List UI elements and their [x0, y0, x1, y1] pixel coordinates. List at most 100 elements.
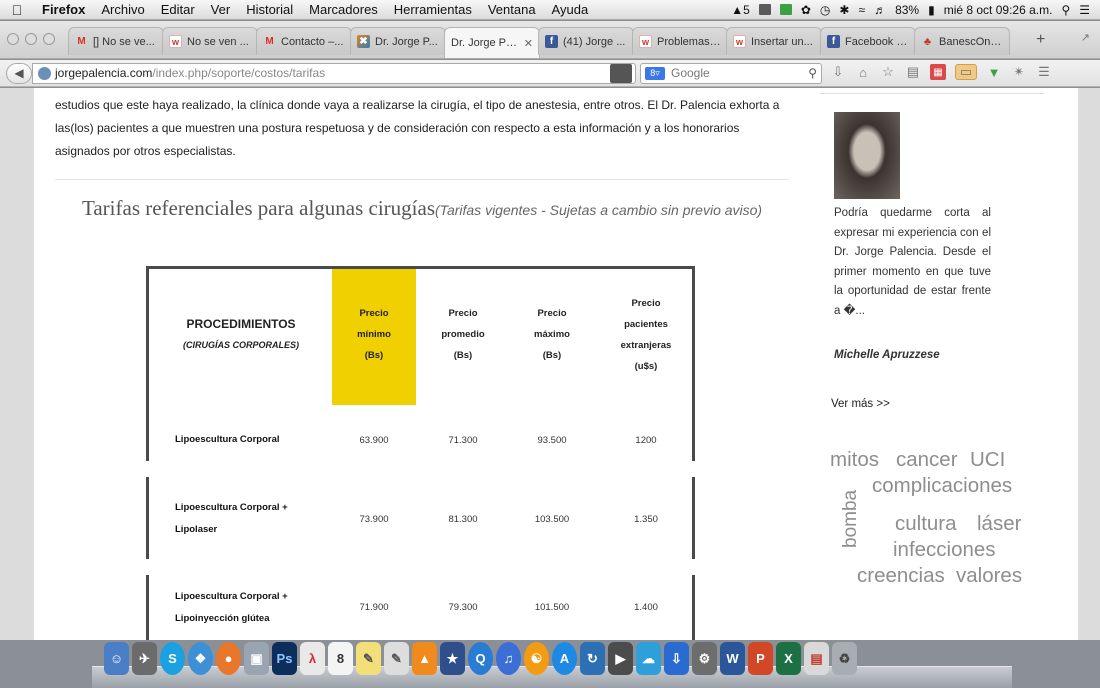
menu-herramientas[interactable]: Herramientas	[386, 2, 480, 17]
notification-list-icon[interactable]: ☰	[1079, 3, 1090, 17]
menu-archivo[interactable]: Archivo	[93, 2, 152, 17]
zoom-window-button[interactable]	[43, 33, 55, 45]
ibooks-icon[interactable]: ☯	[524, 642, 549, 675]
app-store-icon[interactable]: A	[552, 642, 577, 675]
tab-6[interactable]: w Problemas ...	[632, 27, 728, 55]
row-gap	[689, 559, 695, 575]
new-tab-button[interactable]: +	[1036, 31, 1045, 49]
tab-1[interactable]: w No se ven ...	[162, 27, 258, 55]
download-app-icon[interactable]: ⇩	[664, 642, 689, 675]
extension-icon[interactable]: ✴	[1011, 64, 1027, 80]
tag-infecciones[interactable]: infecciones	[893, 538, 996, 562]
green-addon-icon[interactable]: ▼	[986, 64, 1002, 80]
tab-active[interactable]: Dr. Jorge Pa... ✕	[444, 27, 540, 58]
wifi-icon[interactable]: ≈	[858, 3, 865, 17]
row3-max: 101.500	[534, 602, 570, 613]
url-bar[interactable]: jorgepalencia.com/index.php/soporte/cost…	[32, 63, 636, 84]
tab-3[interactable]: ✖ Dr. Jorge P...	[350, 27, 446, 55]
reader-icon[interactable]: ▭	[955, 64, 977, 80]
adobe-icon[interactable]: ▲5	[731, 3, 750, 17]
apple-icon[interactable]: 	[0, 2, 34, 18]
table-row-name: Lipoescultura Corporal + Lipolaser	[175, 497, 288, 541]
cloud-app-icon[interactable]: ☁	[636, 642, 661, 675]
adobe-badge: 5	[743, 2, 750, 17]
tab-9[interactable]: ♣ BanescOnli...	[914, 27, 1010, 55]
tab-0[interactable]: M[] No se ve...	[68, 27, 164, 55]
sync-app-icon[interactable]: ↻	[580, 642, 605, 675]
search-icon[interactable]: ⚲	[808, 64, 817, 83]
home-icon[interactable]: ⌂	[855, 64, 871, 80]
bookmarks-list-icon[interactable]: ▤	[905, 64, 921, 80]
tag-uci[interactable]: UCI	[970, 448, 1005, 472]
tag-creencias[interactable]: creencias	[857, 564, 945, 588]
trash-icon[interactable]: ♻	[832, 642, 857, 675]
firefox-icon[interactable]: ●	[216, 642, 241, 675]
pocket-icon[interactable]	[610, 64, 632, 83]
menu-ayuda[interactable]: Ayuda	[544, 2, 597, 17]
fullscreen-icon[interactable]: ↗	[1081, 31, 1090, 44]
menu-icon[interactable]: ☰	[1036, 64, 1052, 80]
system-prefs-icon[interactable]: ⚙	[692, 642, 717, 675]
spotlight-icon[interactable]: ⚲	[1061, 3, 1070, 17]
imovie-icon[interactable]: ★	[440, 642, 465, 675]
flag-icon[interactable]	[779, 4, 792, 15]
tag-bomba[interactable]: bomba	[840, 490, 862, 548]
bluetooth-icon[interactable]: ✱	[839, 3, 849, 17]
menu-bar:  Firefox Archivo Editar Ver Historial M…	[0, 0, 1100, 20]
download-icon[interactable]: ⇩	[830, 64, 846, 80]
time-machine-icon[interactable]: ◷	[820, 3, 830, 17]
powerpoint-icon[interactable]: P	[748, 642, 773, 675]
tab-5[interactable]: f (41) Jorge ...	[538, 27, 634, 55]
vlc-icon[interactable]: ▲	[412, 642, 437, 675]
menu-historial[interactable]: Historial	[238, 2, 301, 17]
clock[interactable]: mié 8 oct 09:26 a.m.	[944, 3, 1053, 17]
acrobat-icon[interactable]: λ	[300, 642, 325, 675]
tag-valores[interactable]: valores	[956, 564, 1022, 588]
finder-icon[interactable]: ☺	[104, 642, 129, 675]
textedit-icon[interactable]: ✎	[384, 642, 409, 675]
safari-icon[interactable]: ❖	[188, 642, 213, 675]
close-window-button[interactable]	[7, 33, 19, 45]
volume-icon[interactable]: ♬	[874, 3, 886, 17]
sync-icon[interactable]: ✿	[801, 3, 811, 17]
video-app-icon[interactable]: ▶	[608, 642, 633, 675]
menu-ventana[interactable]: Ventana	[480, 2, 544, 17]
testimonial-author: Michelle Apruzzese	[834, 349, 940, 361]
menu-ver[interactable]: Ver	[203, 2, 239, 17]
itunes-icon[interactable]: ♫	[496, 642, 521, 675]
photoshop-icon[interactable]: Ps	[272, 642, 297, 675]
tag-mitos[interactable]: mitos	[830, 448, 879, 472]
tag-complicaciones[interactable]: complicaciones	[872, 474, 1012, 498]
calendar-icon[interactable]: 8	[328, 642, 353, 675]
tab-2[interactable]: M Contacto –...	[256, 27, 352, 55]
battery-percent[interactable]: 83%	[895, 3, 919, 17]
gmail-icon: M	[77, 36, 86, 47]
bookmark-star-icon[interactable]: ☆	[880, 64, 896, 80]
launchpad-icon[interactable]: ✈	[132, 642, 157, 675]
menu-editar[interactable]: Editar	[153, 2, 203, 17]
close-tab-icon[interactable]: ✕	[524, 37, 533, 50]
word-icon[interactable]: W	[720, 642, 745, 675]
tab-8[interactable]: f Facebook L...	[820, 27, 916, 55]
battery-icon: ▮	[928, 2, 935, 17]
menu-firefox[interactable]: Firefox	[34, 2, 93, 17]
notes-icon[interactable]: ✎	[356, 642, 381, 675]
tab-7[interactable]: w Insertar un...	[726, 27, 822, 55]
minimize-window-button[interactable]	[25, 33, 37, 45]
quicktime-icon[interactable]: Q	[468, 642, 493, 675]
tag-cancer[interactable]: cancer	[896, 448, 958, 472]
back-button[interactable]: ◀	[6, 63, 32, 84]
see-more-link[interactable]: Ver más >>	[831, 398, 890, 410]
tag-laser[interactable]: láser	[977, 512, 1021, 536]
addon-icon[interactable]: ▦	[930, 64, 946, 80]
menu-marcadores[interactable]: Marcadores	[301, 2, 386, 17]
dock: ☺ ✈ S ❖ ● ▣ Ps λ 8 ✎ ✎ ▲ ★ Q ♫ ☯ A ↻ ▶ ☁…	[0, 640, 1100, 688]
tag-cultura[interactable]: cultura	[895, 512, 957, 536]
document-icon[interactable]: ▤	[804, 642, 829, 675]
excel-icon[interactable]: X	[776, 642, 801, 675]
table-row-name: Lipoescultura Corporal + Lipoinyección g…	[175, 586, 288, 630]
skype-icon[interactable]: S	[160, 642, 185, 675]
search-input[interactable]: 8▿ Google ⚲	[640, 63, 822, 84]
app-status-icon[interactable]	[758, 4, 771, 15]
preview-icon[interactable]: ▣	[244, 642, 269, 675]
